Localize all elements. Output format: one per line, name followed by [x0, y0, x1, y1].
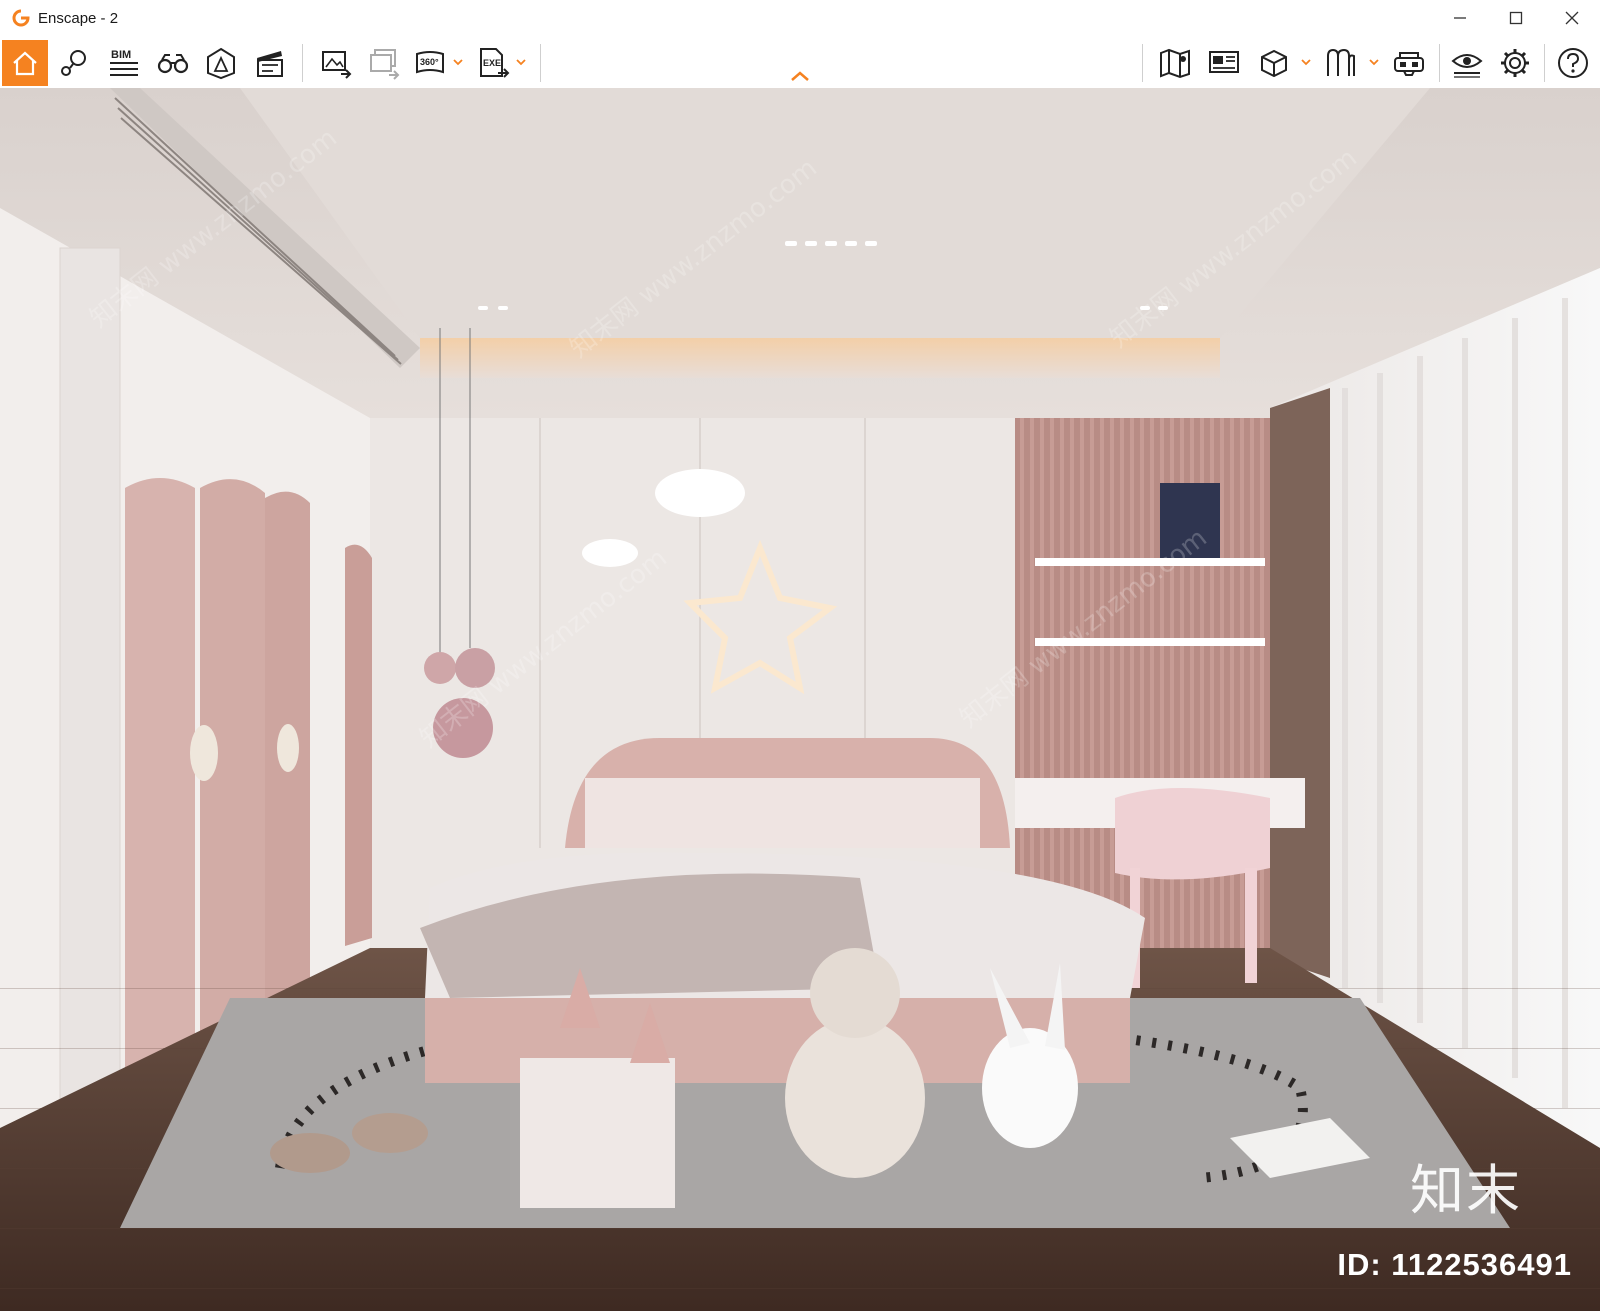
- help-button[interactable]: [1553, 43, 1593, 83]
- toolbar-separator: [1439, 44, 1440, 82]
- eye-icon: [1451, 54, 1483, 78]
- window-controls: [1432, 0, 1600, 36]
- presentation-button[interactable]: [1204, 43, 1244, 83]
- vr-headset-icon: [1394, 52, 1424, 76]
- watermark-logo: 知末: [1410, 1159, 1522, 1222]
- maximize-icon: [1509, 11, 1523, 25]
- video-editor-button[interactable]: [250, 43, 290, 83]
- location-pin-icon: [61, 50, 86, 76]
- visual-settings-button[interactable]: [1447, 43, 1487, 83]
- material-editor-button[interactable]: [1321, 43, 1361, 83]
- exe-export-dropdown[interactable]: [515, 52, 527, 72]
- toolbar-separator: [302, 44, 303, 82]
- chevron-down-icon: [453, 59, 463, 66]
- collapse-toolbar-button[interactable]: [788, 68, 812, 84]
- image-export-icon: [322, 51, 352, 79]
- map-icon: [1160, 48, 1190, 79]
- minimize-icon: [1454, 17, 1466, 19]
- asset-library-icon: [207, 47, 235, 80]
- binoculars-icon: [157, 54, 189, 74]
- panorama-360-button[interactable]: 360°: [411, 43, 451, 83]
- bim-icon: BIM: [110, 49, 138, 76]
- maximize-button[interactable]: [1488, 0, 1544, 36]
- gear-icon: [1501, 49, 1529, 77]
- close-button[interactable]: [1544, 0, 1600, 36]
- cube-icon: [1261, 49, 1287, 78]
- panorama-dropdown[interactable]: [452, 52, 464, 72]
- batch-render-icon: [370, 49, 400, 80]
- material-editor-dropdown[interactable]: [1368, 52, 1380, 72]
- chevron-up-icon: [791, 71, 809, 81]
- settings-button[interactable]: [1495, 43, 1535, 83]
- toolbar-separator: [1544, 44, 1545, 82]
- svg-text:EXE: EXE: [483, 58, 501, 68]
- watermark-id: ID: 1122536491: [1337, 1247, 1572, 1282]
- chevron-down-icon: [1369, 59, 1379, 66]
- close-icon: [1565, 11, 1579, 25]
- chevron-down-icon: [516, 59, 526, 66]
- toolbar-separator: [1142, 44, 1143, 82]
- title-bar: Enscape - 2: [0, 0, 1600, 36]
- binoculars-button[interactable]: [153, 43, 193, 83]
- svg-text:360°: 360°: [420, 57, 439, 67]
- chevron-down-icon: [1301, 59, 1311, 66]
- asset-library-button[interactable]: [201, 43, 241, 83]
- exe-export-icon: EXE: [480, 48, 510, 78]
- svg-text:BIM: BIM: [111, 49, 131, 61]
- batch-render-button[interactable]: [364, 43, 404, 83]
- minimize-button[interactable]: [1432, 0, 1488, 36]
- cube-view-button[interactable]: [1254, 43, 1294, 83]
- presentation-icon: [1209, 51, 1239, 73]
- exe-export-button[interactable]: EXE: [473, 43, 513, 83]
- toolbar-separator: [540, 44, 541, 82]
- map-button[interactable]: [1155, 43, 1195, 83]
- window-title: Enscape - 2: [38, 9, 119, 27]
- home-button[interactable]: [2, 40, 48, 86]
- views-button[interactable]: [55, 43, 95, 83]
- bim-button[interactable]: BIM: [104, 43, 144, 83]
- material-editor-icon: [1327, 48, 1355, 76]
- screenshot-export-button[interactable]: [316, 43, 356, 83]
- bedroom-render-image: [0, 88, 1600, 1311]
- main-toolbar: BIM 360° EXE: [0, 38, 1600, 89]
- home-icon: [13, 51, 37, 76]
- clapperboard-icon: [257, 51, 283, 77]
- panorama-icon: 360°: [416, 51, 444, 74]
- help-icon: [1558, 48, 1588, 78]
- cube-view-dropdown[interactable]: [1300, 52, 1312, 72]
- enscape-logo-icon: [12, 9, 30, 27]
- vr-headset-button[interactable]: [1389, 43, 1429, 83]
- render-viewport[interactable]: 知末网 www.znzmo.com 知末网 www.znzmo.com 知末网 …: [0, 88, 1600, 1311]
